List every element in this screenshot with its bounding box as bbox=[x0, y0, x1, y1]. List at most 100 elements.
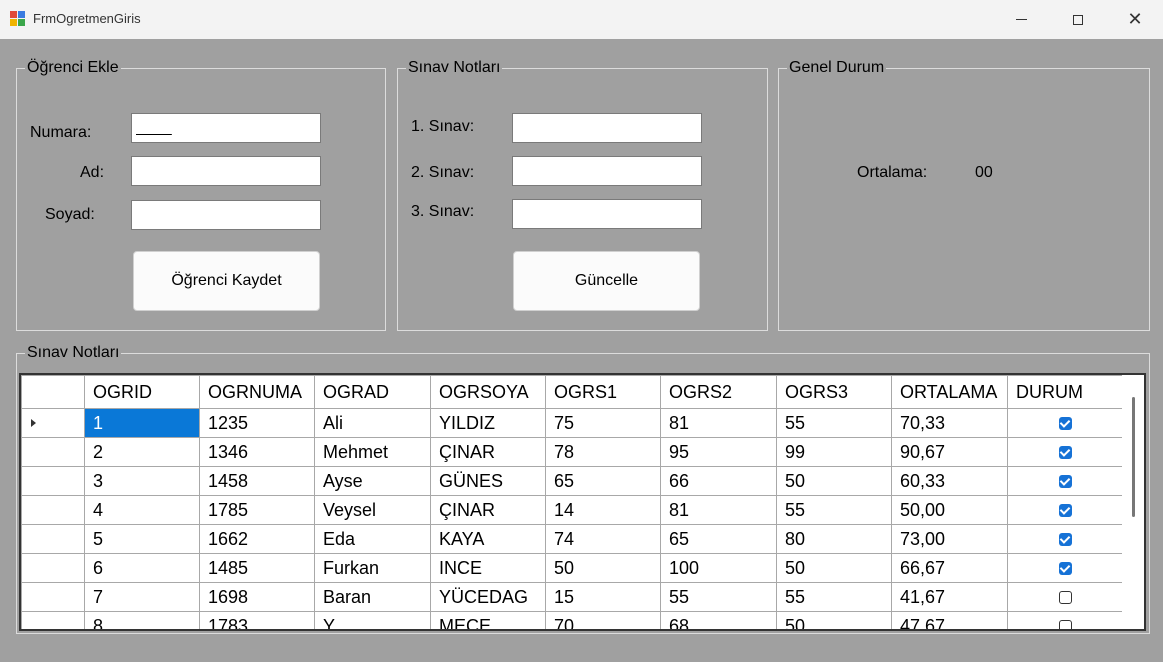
cell-numara[interactable]: 1662 bbox=[199, 524, 315, 554]
cell-s3[interactable]: 50 bbox=[776, 611, 892, 629]
cell-ortalama[interactable]: 41,67 bbox=[891, 582, 1008, 612]
cell-s3[interactable]: 55 bbox=[776, 582, 892, 612]
cell-id[interactable]: 4 bbox=[84, 495, 200, 525]
cell-s1[interactable]: 78 bbox=[545, 437, 661, 467]
close-button[interactable]: ✕ bbox=[1106, 0, 1163, 39]
cell-id[interactable]: 3 bbox=[84, 466, 200, 496]
cell-ortalama[interactable]: 73,00 bbox=[891, 524, 1008, 554]
cell-ad[interactable]: Y bbox=[314, 611, 431, 629]
column-header-durum[interactable]: DURUM bbox=[1007, 375, 1123, 409]
cell-ortalama[interactable]: 60,33 bbox=[891, 466, 1008, 496]
cell-ortalama[interactable]: 47,67 bbox=[891, 611, 1008, 629]
column-header-ogrid[interactable]: OGRID bbox=[84, 375, 200, 409]
durum-checkbox[interactable] bbox=[1058, 533, 1072, 547]
cell-soyad[interactable]: KAYA bbox=[430, 524, 546, 554]
cell-ortalama[interactable]: 70,33 bbox=[891, 408, 1008, 438]
sinav3-input[interactable] bbox=[512, 199, 702, 229]
cell-s3[interactable]: 50 bbox=[776, 553, 892, 583]
cell-s1[interactable]: 14 bbox=[545, 495, 661, 525]
cell-s3[interactable]: 55 bbox=[776, 495, 892, 525]
scrollbar-thumb[interactable] bbox=[1132, 397, 1135, 517]
guncelle-button[interactable]: Güncelle bbox=[513, 251, 700, 311]
column-header-ogrs3[interactable]: OGRS3 bbox=[776, 375, 892, 409]
cell-s2[interactable]: 81 bbox=[660, 495, 777, 525]
row-header-cell[interactable] bbox=[21, 408, 85, 438]
cell-ad[interactable]: Mehmet bbox=[314, 437, 431, 467]
cell-s1[interactable]: 15 bbox=[545, 582, 661, 612]
column-header-ogrs1[interactable]: OGRS1 bbox=[545, 375, 661, 409]
row-header-cell[interactable] bbox=[21, 582, 85, 612]
cell-ortalama[interactable]: 90,67 bbox=[891, 437, 1008, 467]
cell-s2[interactable]: 65 bbox=[660, 524, 777, 554]
cell-s2[interactable]: 100 bbox=[660, 553, 777, 583]
table-row[interactable]: 2 1346 Mehmet ÇINAR 78 95 99 90,67 bbox=[21, 437, 1123, 467]
cell-numara[interactable]: 1785 bbox=[199, 495, 315, 525]
corner-header-cell[interactable] bbox=[21, 375, 85, 409]
cell-numara[interactable]: 1485 bbox=[199, 553, 315, 583]
row-header-cell[interactable] bbox=[21, 524, 85, 554]
cell-numara[interactable]: 1235 bbox=[199, 408, 315, 438]
cell-numara[interactable]: 1698 bbox=[199, 582, 315, 612]
cell-ortalama[interactable]: 66,67 bbox=[891, 553, 1008, 583]
row-header-cell[interactable] bbox=[21, 611, 85, 629]
cell-ad[interactable]: Ali bbox=[314, 408, 431, 438]
table-row[interactable]: 8 1783 Y MECE 70 68 50 47,67 bbox=[21, 611, 1123, 629]
numara-input[interactable] bbox=[131, 113, 321, 143]
cell-s1[interactable]: 74 bbox=[545, 524, 661, 554]
ad-input[interactable] bbox=[131, 156, 321, 186]
durum-checkbox[interactable] bbox=[1058, 562, 1072, 576]
table-row[interactable]: 6 1485 Furkan INCE 50 100 50 66,67 bbox=[21, 553, 1123, 583]
cell-soyad[interactable]: GÜNES bbox=[430, 466, 546, 496]
cell-s2[interactable]: 55 bbox=[660, 582, 777, 612]
durum-checkbox[interactable] bbox=[1058, 446, 1072, 460]
cell-s2[interactable]: 66 bbox=[660, 466, 777, 496]
row-header-cell[interactable] bbox=[21, 466, 85, 496]
durum-checkbox[interactable] bbox=[1058, 504, 1072, 518]
cell-id[interactable]: 7 bbox=[84, 582, 200, 612]
table-row[interactable]: 1 1235 Ali YILDIZ 75 81 55 70,33 bbox=[21, 408, 1123, 438]
cell-numara[interactable]: 1346 bbox=[199, 437, 315, 467]
column-header-ogrsoyad[interactable]: OGRSOYA bbox=[430, 375, 546, 409]
cell-s2[interactable]: 81 bbox=[660, 408, 777, 438]
cell-s1[interactable]: 75 bbox=[545, 408, 661, 438]
durum-checkbox[interactable] bbox=[1058, 417, 1072, 431]
column-header-ogrs2[interactable]: OGRS2 bbox=[660, 375, 777, 409]
column-header-ortalama[interactable]: ORTALAMA bbox=[891, 375, 1008, 409]
cell-s1[interactable]: 70 bbox=[545, 611, 661, 629]
cell-id[interactable]: 2 bbox=[84, 437, 200, 467]
durum-checkbox[interactable] bbox=[1058, 620, 1072, 629]
table-row[interactable]: 7 1698 Baran YÜCEDAG 15 55 55 41,67 bbox=[21, 582, 1123, 612]
sinav2-input[interactable] bbox=[512, 156, 702, 186]
table-row[interactable]: 5 1662 Eda KAYA 74 65 80 73,00 bbox=[21, 524, 1123, 554]
cell-soyad[interactable]: YÜCEDAG bbox=[430, 582, 546, 612]
column-header-ogrnumara[interactable]: OGRNUMA bbox=[199, 375, 315, 409]
cell-s3[interactable]: 50 bbox=[776, 466, 892, 496]
sinav1-input[interactable] bbox=[512, 113, 702, 143]
cell-id[interactable]: 6 bbox=[84, 553, 200, 583]
durum-checkbox[interactable] bbox=[1058, 591, 1072, 605]
cell-soyad[interactable]: MECE bbox=[430, 611, 546, 629]
ogrenci-kaydet-button[interactable]: Öğrenci Kaydet bbox=[133, 251, 320, 311]
cell-ad[interactable]: Eda bbox=[314, 524, 431, 554]
table-row[interactable]: 4 1785 Veysel ÇINAR 14 81 55 50,00 bbox=[21, 495, 1123, 525]
cell-soyad[interactable]: ÇINAR bbox=[430, 437, 546, 467]
vertical-scrollbar[interactable] bbox=[1122, 375, 1144, 629]
cell-s3[interactable]: 55 bbox=[776, 408, 892, 438]
durum-checkbox[interactable] bbox=[1058, 475, 1072, 489]
cell-id[interactable]: 8 bbox=[84, 611, 200, 629]
cell-s2[interactable]: 95 bbox=[660, 437, 777, 467]
table-row[interactable]: 3 1458 Ayse GÜNES 65 66 50 60,33 bbox=[21, 466, 1123, 496]
cell-id[interactable]: 5 bbox=[84, 524, 200, 554]
cell-s1[interactable]: 50 bbox=[545, 553, 661, 583]
cell-numara[interactable]: 1458 bbox=[199, 466, 315, 496]
maximize-button[interactable] bbox=[1049, 0, 1107, 39]
cell-s3[interactable]: 80 bbox=[776, 524, 892, 554]
row-header-cell[interactable] bbox=[21, 553, 85, 583]
cell-soyad[interactable]: YILDIZ bbox=[430, 408, 546, 438]
cell-s1[interactable]: 65 bbox=[545, 466, 661, 496]
cell-ad[interactable]: Furkan bbox=[314, 553, 431, 583]
soyad-input[interactable] bbox=[131, 200, 321, 230]
row-header-cell[interactable] bbox=[21, 437, 85, 467]
cell-ad[interactable]: Ayse bbox=[314, 466, 431, 496]
minimize-button[interactable] bbox=[992, 0, 1050, 39]
